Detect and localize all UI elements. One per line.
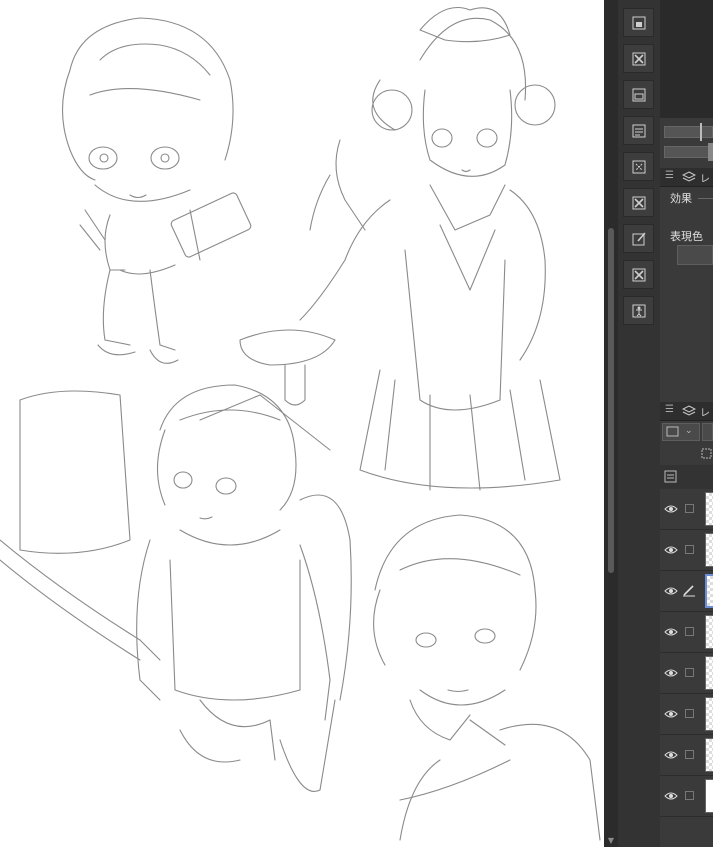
right-panel: ☰ レ 効果 表現色 ☰ レ ⌄ xyxy=(660,0,713,847)
eye-icon[interactable] xyxy=(664,504,678,514)
eye-icon[interactable] xyxy=(664,709,678,719)
layer-command-toolbar xyxy=(618,0,660,847)
eye-icon[interactable] xyxy=(664,791,678,801)
layer-from-selection-button[interactable] xyxy=(623,8,654,37)
layers-icon xyxy=(682,405,696,416)
tab-menu-icon[interactable]: ☰ xyxy=(665,170,674,181)
slider-area xyxy=(660,118,713,168)
zoom-slider-handle[interactable] xyxy=(700,123,702,141)
eye-icon[interactable] xyxy=(664,586,678,596)
layer-property-tab[interactable]: ☰ レ xyxy=(660,168,713,187)
lock-checkbox[interactable] xyxy=(685,545,694,554)
layer-toolbar: ⌄ xyxy=(660,421,713,465)
layer-thumbnail[interactable] xyxy=(705,656,713,690)
effect-label: 効果 xyxy=(670,192,692,205)
layer-panel-tab[interactable]: ☰ レ xyxy=(660,402,713,421)
navigator-area xyxy=(660,0,713,118)
chevron-down-icon: ⌄ xyxy=(685,426,693,436)
layer-tab-label: レ xyxy=(700,408,710,419)
transform-icon xyxy=(632,160,646,174)
eye-icon[interactable] xyxy=(664,668,678,678)
layer-thumbnail[interactable] xyxy=(705,492,713,526)
zoom-slider[interactable] xyxy=(664,126,713,138)
divider xyxy=(698,198,713,199)
layer-thumbnail[interactable] xyxy=(705,574,713,608)
lock-checkbox[interactable] xyxy=(685,750,694,759)
lock-checkbox[interactable] xyxy=(685,627,694,636)
edit-layer-icon xyxy=(632,232,646,246)
clear-layer-button[interactable] xyxy=(623,44,654,73)
clear-selection-button[interactable] xyxy=(623,260,654,289)
layer-row[interactable] xyxy=(660,694,713,735)
layer-folder-button[interactable] xyxy=(623,80,654,109)
layer-row[interactable] xyxy=(660,735,713,776)
layer-thumbnail[interactable] xyxy=(705,533,713,567)
reference-layer-icon[interactable] xyxy=(700,447,713,461)
layers-icon xyxy=(682,171,696,182)
transform-button[interactable] xyxy=(623,152,654,181)
layer-row[interactable] xyxy=(660,571,713,612)
edit-layer-button[interactable] xyxy=(623,224,654,253)
pose-figure-button[interactable] xyxy=(623,296,654,325)
opacity-field[interactable] xyxy=(702,423,713,441)
layer-thumbnail[interactable] xyxy=(705,697,713,731)
blend-mode-icon xyxy=(666,426,679,437)
drawing-canvas[interactable] xyxy=(0,0,604,847)
layer-folder-icon xyxy=(632,88,646,102)
layer-list-header xyxy=(660,465,713,489)
layer-property-icon xyxy=(632,124,646,138)
layer-row[interactable] xyxy=(660,489,713,530)
rotate-slider[interactable] xyxy=(664,146,713,158)
delete-layer-button[interactable] xyxy=(623,188,654,217)
clear-layer-icon xyxy=(632,52,646,66)
layer-from-selection-icon xyxy=(632,16,646,30)
layer-row[interactable] xyxy=(660,653,713,694)
eye-icon[interactable] xyxy=(664,627,678,637)
eye-icon[interactable] xyxy=(664,750,678,760)
lock-checkbox[interactable] xyxy=(685,668,694,677)
layer-row[interactable] xyxy=(660,612,713,653)
layer-thumbnail[interactable] xyxy=(705,738,713,772)
layer-list xyxy=(660,489,713,847)
clear-selection-icon xyxy=(632,268,646,282)
pen-icon xyxy=(683,585,695,597)
lock-checkbox[interactable] xyxy=(685,791,694,800)
rotate-slider-handle[interactable] xyxy=(708,143,713,161)
line-art-sketch xyxy=(0,6,601,841)
layer-thumbnail[interactable] xyxy=(705,615,713,649)
layer-row[interactable] xyxy=(660,530,713,571)
delete-layer-icon xyxy=(632,196,646,210)
eye-icon[interactable] xyxy=(664,545,678,555)
scroll-down-arrow-icon[interactable]: ▼ xyxy=(607,837,615,845)
tab-label: レ xyxy=(700,174,710,185)
scrollbar-thumb[interactable] xyxy=(608,228,614,573)
expression-color-label: 表現色 xyxy=(670,230,703,243)
lock-checkbox[interactable] xyxy=(685,504,694,513)
layer-row[interactable] xyxy=(660,776,713,817)
canvas-vertical-scrollbar[interactable]: ▼ xyxy=(604,0,618,847)
lock-checkbox[interactable] xyxy=(685,709,694,718)
layer-property-button[interactable] xyxy=(623,116,654,145)
blend-mode-select[interactable]: ⌄ xyxy=(662,423,700,441)
layer-list-settings-icon[interactable] xyxy=(664,470,678,484)
pose-figure-icon xyxy=(632,304,646,318)
layer-thumbnail[interactable] xyxy=(705,779,713,813)
expression-color-select[interactable] xyxy=(677,245,713,265)
layer-tab-menu-icon[interactable]: ☰ xyxy=(665,404,674,415)
